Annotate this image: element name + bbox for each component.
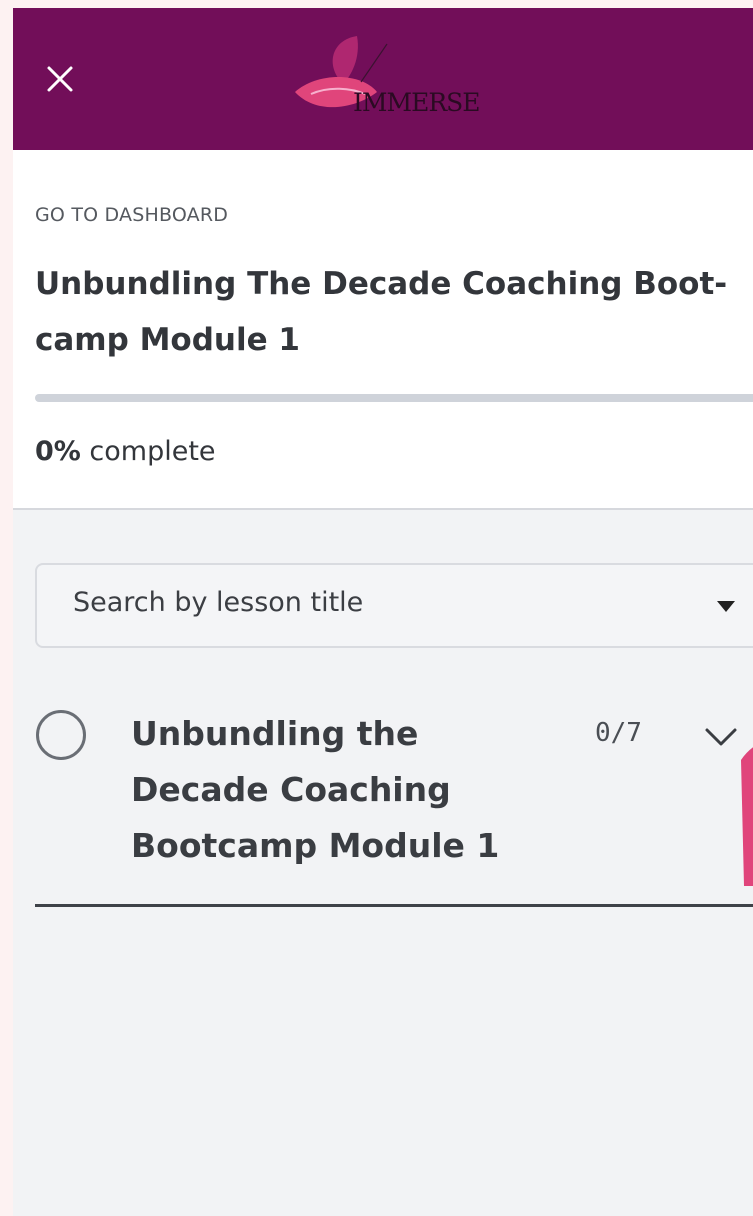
course-title: Unbundling The Decade Coaching Boot-camp…	[35, 266, 728, 358]
close-icon	[47, 66, 73, 92]
lesson-search-select[interactable]: Search by lesson title	[35, 563, 753, 648]
go-to-dashboard-link[interactable]: GO TO DASHBOARD	[35, 204, 228, 226]
module-title: Unbundling the Decade Coaching Bootcamp …	[131, 714, 500, 865]
course-header: GO TO DASHBOARD Unbundling The Decade Co…	[13, 150, 753, 510]
course-sidebar: IMMERSE GO TO DASHBOARD Unbundling The D…	[13, 8, 753, 1216]
circle-incomplete-icon	[36, 710, 86, 760]
close-button[interactable]	[43, 62, 77, 96]
search-placeholder: Search by lesson title	[73, 587, 364, 618]
progress-suffix: complete	[80, 436, 216, 467]
module-item[interactable]: Unbundling the Decade Coaching Bootcamp …	[35, 688, 753, 907]
module-lesson-count: 0/7	[595, 718, 642, 748]
progress-label: 0% complete	[35, 436, 216, 467]
progress-bar	[35, 394, 753, 402]
top-bar: IMMERSE	[13, 8, 753, 150]
pink-ribbon-decoration	[741, 747, 753, 886]
logo-text: IMMERSE	[353, 88, 481, 117]
progress-percent: 0%	[35, 436, 81, 467]
immerse-logo[interactable]: IMMERSE	[291, 32, 521, 122]
caret-down-icon[interactable]	[717, 601, 735, 612]
